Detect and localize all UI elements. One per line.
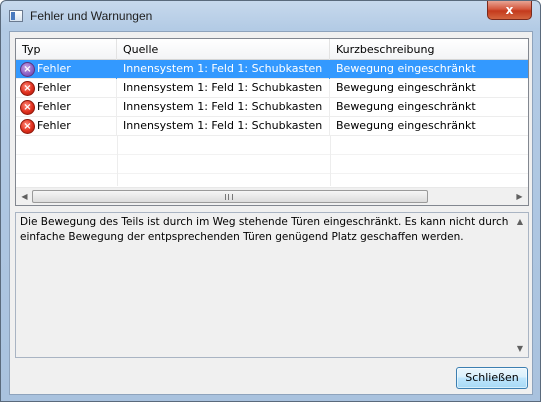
cell-summary: Bewegung eingeschränkt <box>336 81 476 94</box>
cell-source: Innensystem 1: Feld 1: Schubkasten <box>117 98 330 117</box>
grip-icon <box>225 194 233 200</box>
window-close-button[interactable]: x <box>487 1 532 20</box>
cell-summary: Bewegung eingeschränkt <box>336 100 476 113</box>
table-row[interactable]: × Fehler Innensystem 1: Feld 1: Schubkas… <box>16 79 528 98</box>
error-icon: × <box>20 62 35 77</box>
scrollbar-thumb[interactable] <box>32 190 428 203</box>
messages-table: Typ Quelle Kurzbeschreibung × Fehler Inn… <box>15 38 529 206</box>
column-header-typ[interactable]: Typ <box>16 39 117 60</box>
cell-type: × Fehler <box>16 117 117 136</box>
type-label: Fehler <box>37 119 71 132</box>
column-header-quelle[interactable]: Quelle <box>117 39 330 60</box>
cell-source: Innensystem 1: Feld 1: Schubkasten <box>117 79 330 98</box>
title-bar[interactable]: Fehler und Warnungen x <box>1 1 540 31</box>
close-dialog-button[interactable]: Schließen <box>456 367 528 389</box>
scroll-left-icon[interactable]: ◀ <box>16 188 33 205</box>
app-icon <box>9 10 23 22</box>
column-divider <box>117 136 118 186</box>
scroll-right-icon[interactable]: ▶ <box>511 188 528 205</box>
type-label: Fehler <box>37 81 71 94</box>
empty-row <box>16 155 528 174</box>
table-row[interactable]: × Fehler Innensystem 1: Feld 1: Schubkas… <box>16 117 528 136</box>
dialog-window: Fehler und Warnungen x Typ Quelle Kurzbe… <box>0 0 541 402</box>
column-divider <box>330 136 331 186</box>
column-header-kurzbeschreibung[interactable]: Kurzbeschreibung <box>330 39 528 60</box>
cell-source: Innensystem 1: Feld 1: Schubkasten <box>117 117 330 136</box>
empty-row <box>16 136 528 155</box>
table-row[interactable]: × Fehler Innensystem 1: Feld 1: Schubkas… <box>16 60 528 79</box>
table-header: Typ Quelle Kurzbeschreibung <box>16 39 528 60</box>
cell-type: × Fehler <box>16 98 117 117</box>
cell-source: Innensystem 1: Feld 1: Schubkasten <box>117 60 330 79</box>
description-text: Die Bewegung des Teils ist durch im Weg … <box>20 216 509 243</box>
scroll-down-icon[interactable]: ▼ <box>512 340 528 357</box>
error-icon: × <box>20 81 35 96</box>
cell-summary: Bewegung eingeschränkt <box>336 119 476 132</box>
table-row[interactable]: × Fehler Innensystem 1: Feld 1: Schubkas… <box>16 98 528 117</box>
dialog-content: Typ Quelle Kurzbeschreibung × Fehler Inn… <box>9 31 533 395</box>
cell-type: × Fehler <box>16 60 117 79</box>
scroll-up-icon[interactable]: ▲ <box>512 213 528 230</box>
window-title: Fehler und Warnungen <box>30 9 153 23</box>
error-icon: × <box>20 100 35 115</box>
cell-summary: Bewegung eingeschränkt <box>336 62 476 75</box>
description-box[interactable]: Die Bewegung des Teils ist durch im Weg … <box>15 212 529 358</box>
vertical-scrollbar[interactable]: ▲ ▼ <box>512 213 528 357</box>
horizontal-scrollbar[interactable]: ◀ ▶ <box>16 187 528 205</box>
error-icon: × <box>20 119 35 134</box>
cell-type: × Fehler <box>16 79 117 98</box>
type-label: Fehler <box>37 62 71 75</box>
type-label: Fehler <box>37 100 71 113</box>
